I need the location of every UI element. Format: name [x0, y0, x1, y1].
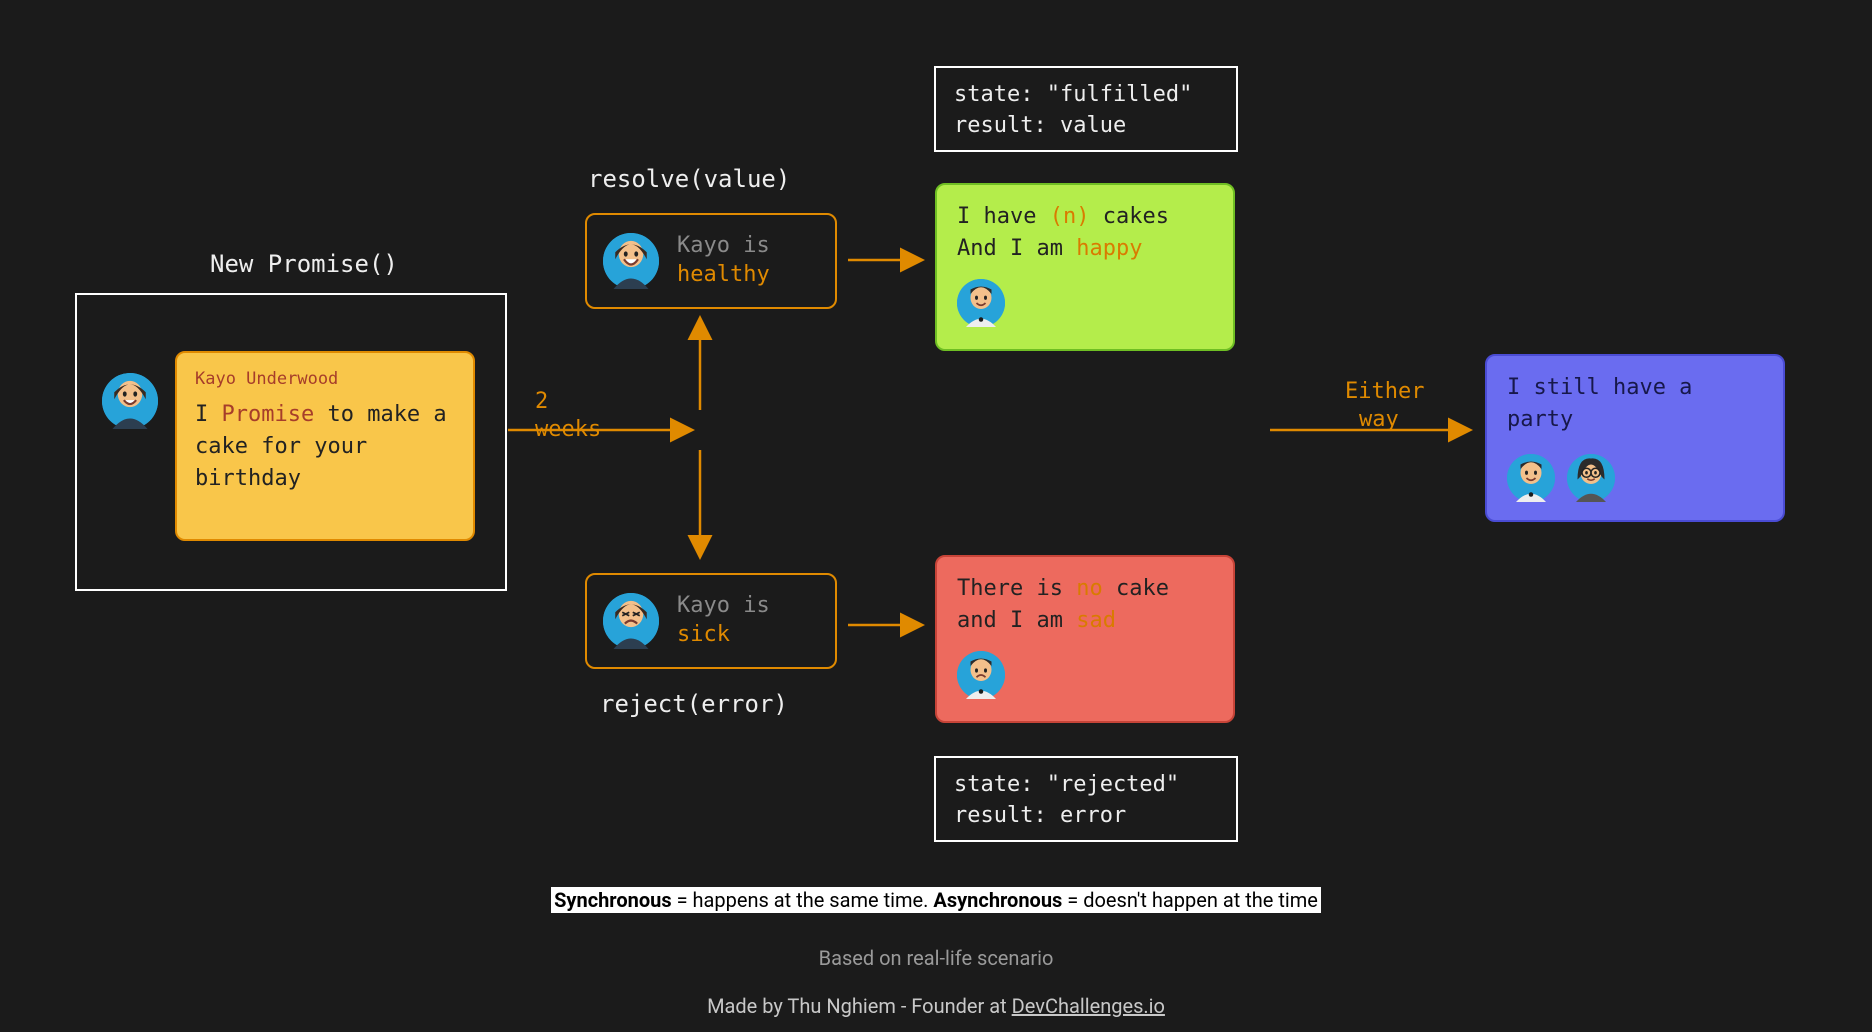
- avatar-kayo-healthy: [603, 233, 659, 289]
- promise-card-text: I Promise to make a cake for your birthd…: [195, 399, 455, 495]
- happy-text: I have (n) cakes And I am happy: [957, 201, 1213, 265]
- two-weeks-label: 2weeks: [535, 388, 601, 443]
- reject-label: reject(error): [600, 690, 788, 718]
- avatar-boy-party: [1507, 454, 1555, 502]
- state-fulfilled-box: state: "fulfilled" result: value: [934, 66, 1238, 152]
- sad-box: There is no cake and I am sad: [935, 555, 1235, 723]
- sick-box: Kayo is sick: [585, 573, 837, 669]
- either-way-label: Either way: [1345, 378, 1424, 433]
- footer-based-on: Based on real-life scenario: [0, 946, 1872, 970]
- avatar-boy-happy: [957, 279, 1005, 327]
- avatar-boy-sad: [957, 651, 1005, 699]
- avatar-kayo-sick: [603, 593, 659, 649]
- avatar-girl-party: [1567, 454, 1615, 502]
- promise-card-name: Kayo Underwood: [195, 369, 455, 389]
- healthy-box: Kayo is healthy: [585, 213, 837, 309]
- sick-text: Kayo is sick: [677, 592, 770, 649]
- promise-card: Kayo Underwood I Promise to make a cake …: [175, 351, 475, 541]
- footer: Synchronous = happens at the same time. …: [0, 888, 1872, 1018]
- new-promise-container: Kayo Underwood I Promise to make a cake …: [75, 293, 507, 591]
- new-promise-label: New Promise(): [210, 250, 398, 278]
- state-rejected-box: state: "rejected" result: error: [934, 756, 1238, 842]
- party-box: I still have a party: [1485, 354, 1785, 522]
- resolve-label: resolve(value): [588, 165, 790, 193]
- sad-text: There is no cake and I am sad: [957, 573, 1213, 637]
- happy-box: I have (n) cakes And I am happy: [935, 183, 1235, 351]
- footer-sync-async: Synchronous = happens at the same time. …: [551, 887, 1321, 913]
- party-text: I still have a party: [1507, 372, 1763, 436]
- healthy-text: Kayo is healthy: [677, 232, 770, 289]
- avatar-kayo-promise: [102, 373, 158, 429]
- devchallenges-link[interactable]: DevChallenges.io: [1012, 994, 1165, 1018]
- footer-credits: Made by Thu Nghiem - Founder at DevChall…: [0, 994, 1872, 1018]
